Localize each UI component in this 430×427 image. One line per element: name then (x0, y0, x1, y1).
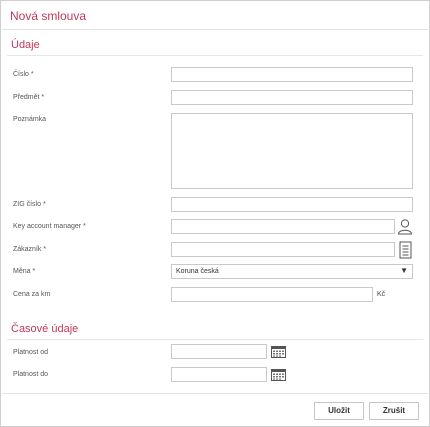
poznamka-textarea[interactable] (171, 113, 413, 189)
cancel-button[interactable]: Zrušit (369, 402, 419, 420)
platnost-do-label: Platnost do (13, 371, 49, 378)
section-title-udaje: Údaje (11, 39, 40, 51)
currency-unit: Kč (377, 291, 386, 298)
platnost-od-input[interactable] (171, 344, 267, 359)
mena-label: Měna * (13, 268, 36, 275)
mena-select[interactable]: Koruna česká ▼ (171, 264, 413, 279)
calendar-icon[interactable] (271, 346, 286, 358)
mena-selected-value: Koruna česká (176, 268, 219, 275)
cena-label: Cena za km (13, 291, 51, 298)
poznamka-label: Poznámka (13, 116, 47, 123)
dropdown-arrow-icon: ▼ (400, 266, 408, 275)
cislo-input[interactable] (171, 67, 413, 82)
platnost-do-input[interactable] (171, 367, 267, 382)
section-title-casove-udaje: Časové údaje (11, 323, 79, 335)
cena-input[interactable] (171, 287, 373, 302)
section-divider (7, 339, 423, 340)
dialog-title: Nová smlouva (10, 9, 87, 23)
new-contract-dialog: Nová smlouva Údaje Číslo * Předmět * Poz… (0, 0, 430, 427)
section-divider (7, 55, 423, 56)
footer-divider (2, 393, 428, 394)
cislo-label: Číslo * (13, 71, 34, 78)
zakaznik-input[interactable] (171, 242, 395, 257)
predmet-input[interactable] (171, 90, 413, 105)
predmet-label: Předmět * (13, 94, 45, 101)
kam-label: Key account manager * (13, 223, 86, 230)
kam-input[interactable] (171, 219, 395, 234)
platnost-od-label: Platnost od (13, 349, 49, 356)
user-icon[interactable] (397, 218, 413, 235)
zig-input[interactable] (171, 197, 413, 212)
calendar-icon[interactable] (271, 369, 286, 381)
list-icon[interactable] (399, 241, 412, 259)
zakaznik-label: Zákazník * (13, 246, 47, 253)
zig-label: ZIG číslo * (13, 201, 46, 208)
save-button[interactable]: Uložit (314, 402, 364, 420)
title-divider (2, 29, 428, 30)
